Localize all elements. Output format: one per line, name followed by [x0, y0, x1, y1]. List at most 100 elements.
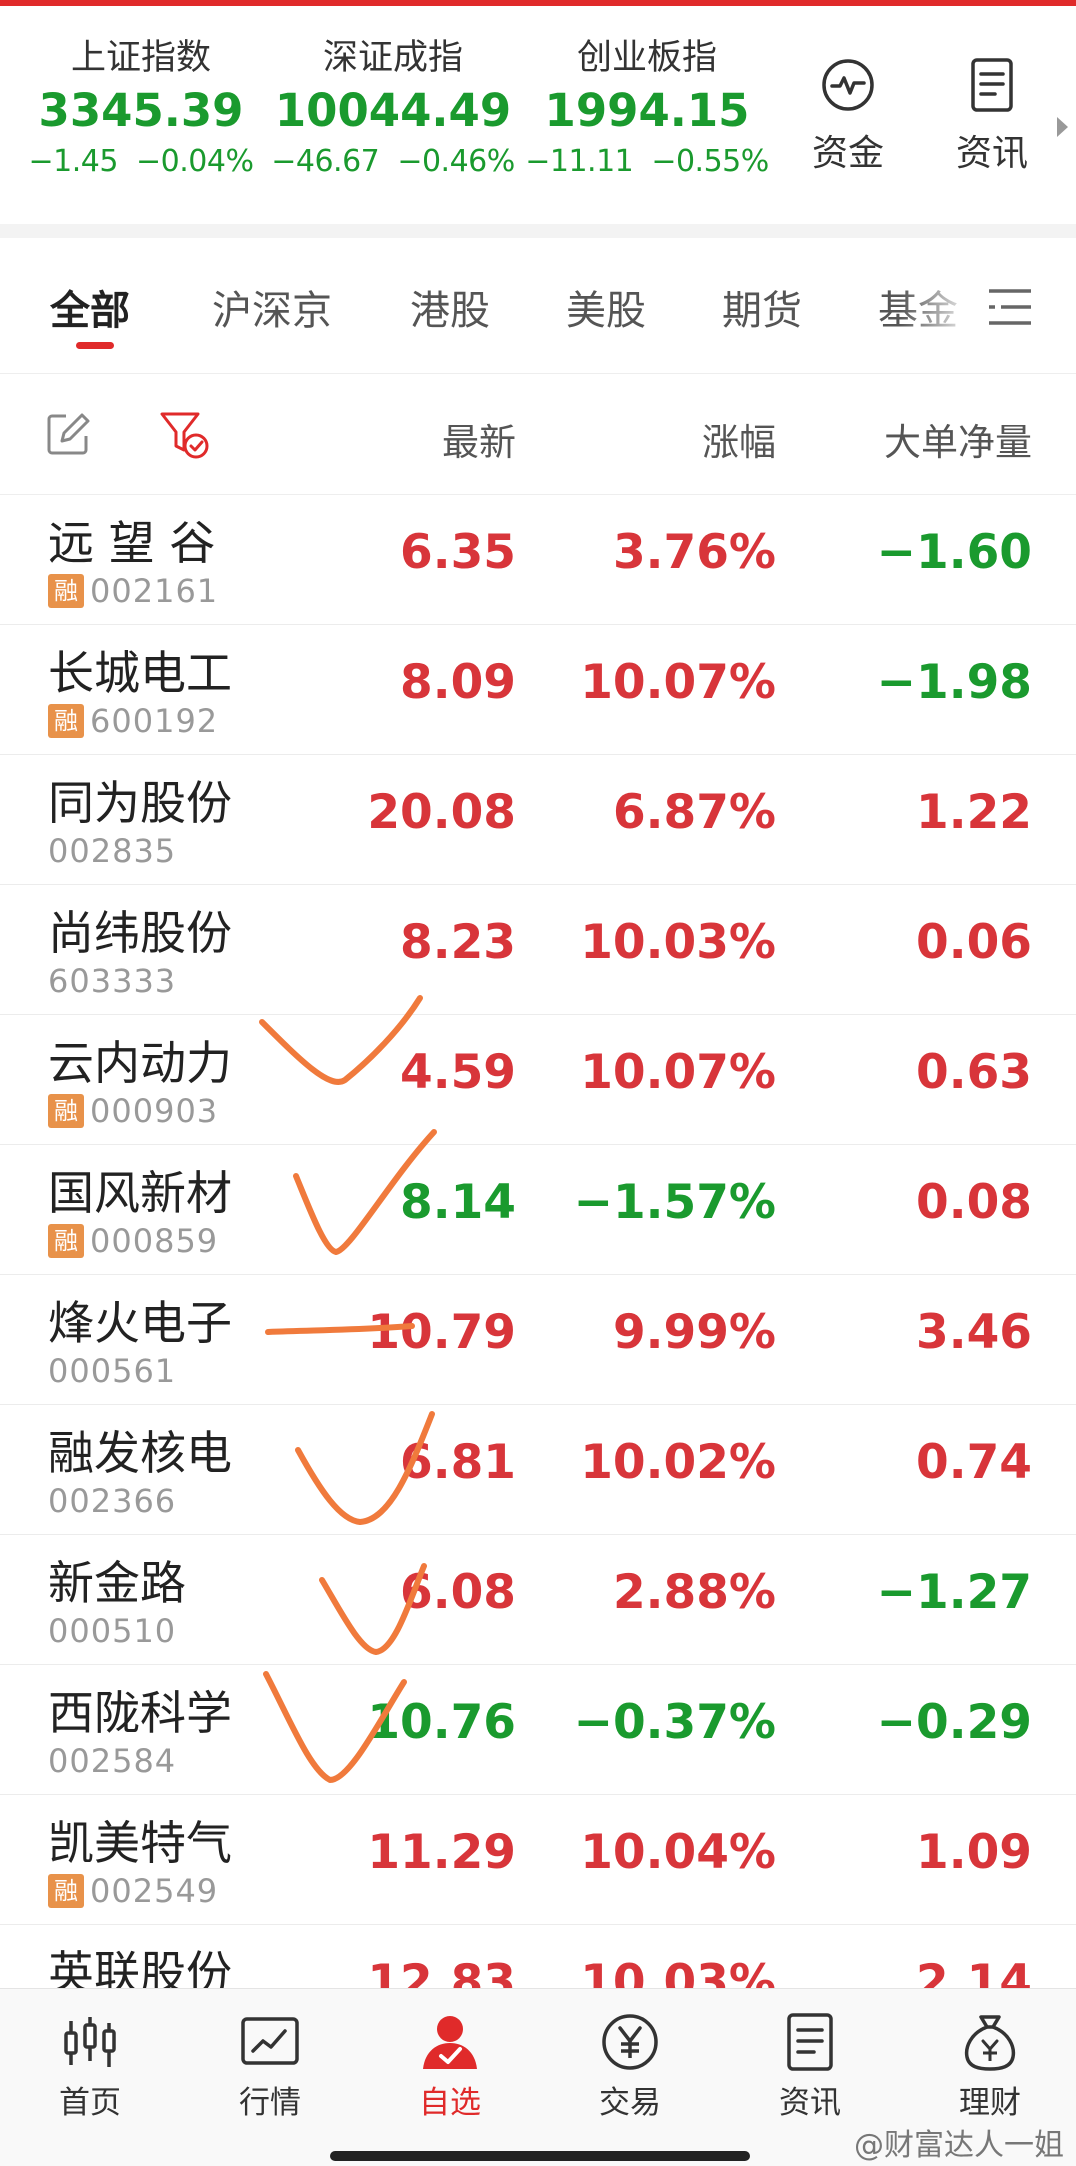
market-tabs: 全部 沪深京 港股 美股 期货 基金: [0, 238, 1076, 374]
stock-latest: 6.35: [400, 525, 516, 580]
stock-latest: 4.59: [400, 1045, 516, 1100]
tab-shanghai-shenzhen-beijing[interactable]: 沪深京: [212, 278, 332, 336]
stock-code: 002549: [90, 1872, 219, 1910]
index-value: 10044.49: [274, 84, 512, 137]
tab-futures[interactable]: 期货: [722, 278, 802, 336]
nav-home[interactable]: 首页: [20, 2011, 160, 2122]
menu-icon[interactable]: [985, 282, 1035, 332]
stock-row[interactable]: 长城电工 融 600192 8.09 10.07% −1.98: [0, 625, 1076, 755]
margin-badge: 融: [48, 1224, 84, 1258]
index-change: −11.11 −0.55%: [525, 144, 769, 179]
home-indicator[interactable]: [330, 2151, 750, 2161]
active-tab-indicator: [76, 342, 114, 349]
nav-news[interactable]: 资讯: [740, 2011, 880, 2122]
stock-row[interactable]: 新金路 000510 6.08 2.88% −1.27: [0, 1535, 1076, 1665]
news-label: 资讯: [955, 133, 1028, 174]
stock-row[interactable]: 西陇科学 002584 10.76 −0.37% −0.29: [0, 1665, 1076, 1795]
stock-change: 6.87%: [612, 785, 776, 840]
candlestick-icon: [64, 2017, 116, 2067]
stock-name: 烽火电子: [48, 1296, 232, 1350]
stock-sub: 603333: [48, 962, 176, 1000]
stock-row[interactable]: 云内动力 融 000903 4.59 10.07% 0.63: [0, 1015, 1076, 1145]
tab-hong-kong[interactable]: 港股: [410, 278, 490, 336]
stock-code: 002161: [90, 572, 219, 610]
chevron-right-icon[interactable]: [1054, 114, 1070, 140]
column-change[interactable]: 涨幅: [702, 412, 776, 466]
news-button[interactable]: 资讯: [932, 56, 1052, 176]
yen-icon: [602, 2014, 658, 2070]
funds-button[interactable]: 资金: [788, 56, 908, 176]
section-divider: [0, 224, 1076, 238]
stock-row[interactable]: 凯美特气 融 002549 11.29 10.04% 1.09: [0, 1795, 1076, 1925]
index-header: 上证指数 3345.39 −1.45 −0.04% 深证成指 10044.49 …: [0, 6, 1076, 224]
index-card-sse[interactable]: 上证指数 3345.39 −1.45 −0.04%: [16, 36, 266, 182]
stock-change: 10.07%: [580, 655, 776, 710]
stock-sub: 融 000859: [48, 1222, 219, 1260]
stock-sub: 002584: [48, 1742, 176, 1780]
index-card-szse[interactable]: 深证成指 10044.49 −46.67 −0.46%: [268, 36, 518, 182]
stock-change: −1.57%: [573, 1175, 776, 1230]
stock-name: 尚纬股份: [48, 906, 232, 960]
stock-row[interactable]: 国风新材 融 000859 8.14 −1.57% 0.08: [0, 1145, 1076, 1275]
stock-name: 凯美特气: [48, 1816, 232, 1870]
nav-label: 资讯: [779, 2085, 841, 2121]
tab-all[interactable]: 全部: [50, 278, 130, 336]
stock-latest: 6.08: [400, 1565, 516, 1620]
nav-label: 行情: [239, 2085, 301, 2121]
nav-trade[interactable]: 交易: [560, 2011, 700, 2122]
column-net-flow[interactable]: 大单净量: [884, 412, 1032, 466]
chart-icon: [241, 2017, 299, 2065]
index-name: 上证指数: [70, 38, 211, 78]
stock-change: 2.88%: [612, 1565, 776, 1620]
stock-change: −0.37%: [573, 1695, 776, 1750]
stock-code: 002366: [48, 1482, 177, 1520]
nav-label: 理财: [959, 2085, 1021, 2121]
stock-name: 长城电工: [48, 646, 232, 700]
edit-icon[interactable]: [44, 410, 92, 458]
stock-name: 同为股份: [48, 776, 232, 830]
stock-change: 10.03%: [580, 915, 776, 970]
index-card-chinext[interactable]: 创业板指 1994.15 −11.11 −0.55%: [522, 36, 772, 182]
stock-sub: 000561: [48, 1352, 176, 1390]
stock-change: 9.99%: [612, 1305, 776, 1360]
margin-badge: 融: [48, 704, 84, 738]
stock-sub: 融 000903: [48, 1092, 218, 1130]
money-bag-icon: [964, 2015, 1016, 2071]
stock-name: 远 望 谷: [48, 516, 216, 570]
stock-code: 000859: [90, 1222, 219, 1260]
stock-net-flow: −1.98: [876, 655, 1032, 710]
nav-watchlist[interactable]: 自选: [380, 2011, 520, 2122]
stock-sub: 融 002549: [48, 1872, 219, 1910]
nav-label: 交易: [599, 2085, 661, 2121]
stock-sub: 002366: [48, 1482, 177, 1520]
stock-net-flow: 0.08: [916, 1175, 1032, 1230]
column-header: 最新 涨幅 大单净量: [0, 374, 1076, 495]
stock-sub: 000510: [48, 1612, 176, 1650]
tab-us[interactable]: 美股: [566, 278, 646, 336]
stock-net-flow: 1.09: [916, 1825, 1032, 1880]
stock-row[interactable]: 烽火电子 000561 10.79 9.99% 3.46: [0, 1275, 1076, 1405]
nav-market[interactable]: 行情: [200, 2011, 340, 2122]
margin-badge: 融: [48, 574, 84, 608]
index-value: 3345.39: [38, 84, 244, 137]
stock-name: 新金路: [48, 1556, 186, 1610]
stock-net-flow: 0.74: [916, 1435, 1032, 1490]
margin-badge: 融: [48, 1874, 84, 1908]
stock-row[interactable]: 尚纬股份 603333 8.23 10.03% 0.06: [0, 885, 1076, 1015]
user-check-icon: [423, 2016, 477, 2069]
stock-sub: 002835: [48, 832, 176, 870]
nav-wealth[interactable]: 理财: [920, 2011, 1060, 2122]
stock-row[interactable]: 同为股份 002835 20.08 6.87% 1.22: [0, 755, 1076, 885]
stock-row[interactable]: 融发核电 002366 6.81 10.02% 0.74: [0, 1405, 1076, 1535]
stock-net-flow: 0.63: [916, 1045, 1032, 1100]
stock-row[interactable]: 远 望 谷 融 002161 6.35 3.76% −1.60: [0, 495, 1076, 625]
stock-change: 10.02%: [580, 1435, 776, 1490]
stock-sub: 融 002161: [48, 572, 219, 610]
stock-net-flow: −1.27: [876, 1565, 1032, 1620]
index-name: 创业板指: [576, 38, 717, 78]
tab-fade: [900, 268, 990, 338]
funds-label: 资金: [811, 133, 884, 174]
filter-icon[interactable]: [158, 408, 210, 460]
stock-net-flow: −1.60: [876, 525, 1032, 580]
column-latest[interactable]: 最新: [442, 412, 516, 466]
